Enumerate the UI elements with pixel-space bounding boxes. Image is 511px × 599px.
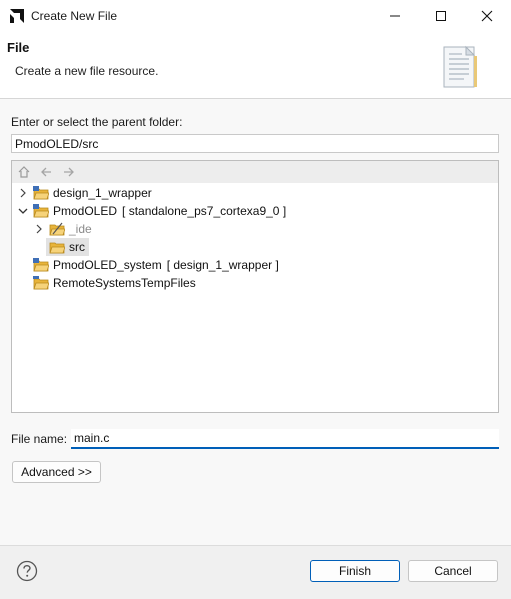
window-title: Create New File [31,9,118,23]
file-page-icon [443,45,477,88]
file-name-input[interactable] [71,429,499,449]
tree-item-label: design_1_wrapper [53,186,152,200]
folder-open-icon [49,242,65,254]
folder-link-icon [49,222,65,236]
system-project-folder-icon [33,258,49,272]
tree-item-src[interactable]: src [46,238,89,256]
tree-item-label: RemoteSystemsTempFiles [53,276,196,290]
tree-item-design-1-wrapper[interactable]: design_1_wrapper [17,184,152,202]
forward-button[interactable] [60,163,78,181]
parent-folder-label: Enter or select the parent folder: [11,115,183,129]
chevron-right-icon[interactable] [17,187,29,199]
close-button[interactable] [464,0,510,32]
tree-item-pmodoled[interactable]: PmodOLED [ standalone_ps7_cortexa9_0 ] [17,202,286,220]
home-button[interactable] [15,163,33,181]
help-icon[interactable] [16,560,38,582]
tree-item-pmodoled-system[interactable]: PmodOLED_system [ design_1_wrapper ] [33,256,279,274]
tree-item-detail: [ design_1_wrapper ] [166,258,279,272]
file-name-label: File name: [11,432,68,446]
header-title: File [7,40,30,55]
tree-item-detail: [ standalone_ps7_cortexa9_0 ] [122,204,287,218]
tree-item-label: PmodOLED [53,204,118,218]
tree-toolbar [12,161,498,183]
minimize-button[interactable] [372,0,418,32]
tree-item-label: PmodOLED_system [53,258,162,272]
project-folder-icon [33,276,49,290]
forward-arrow-icon [64,167,74,177]
cancel-button[interactable]: Cancel [408,560,498,582]
tree-item-label: _ide [69,222,92,236]
tree-item-label: src [69,240,85,254]
parent-folder-input[interactable] [11,134,499,153]
back-button[interactable] [37,163,55,181]
tree-item-remotesystemstempfiles[interactable]: RemoteSystemsTempFiles [33,274,196,292]
project-folder-icon [33,204,49,218]
header-description: Create a new file resource. [15,64,159,78]
close-icon [481,10,493,22]
project-folder-icon [33,186,49,200]
maximize-icon [436,11,446,21]
minimize-icon [390,15,400,17]
chevron-right-icon[interactable] [33,223,45,235]
advanced-button[interactable]: Advanced >> [12,461,101,483]
home-icon [18,166,30,178]
back-arrow-icon [41,167,51,177]
finish-button[interactable]: Finish [310,560,400,582]
amd-logo-icon [10,9,24,23]
tree-item-ide[interactable]: _ide [33,220,92,238]
chevron-down-icon[interactable] [17,205,29,217]
maximize-button[interactable] [418,0,464,32]
